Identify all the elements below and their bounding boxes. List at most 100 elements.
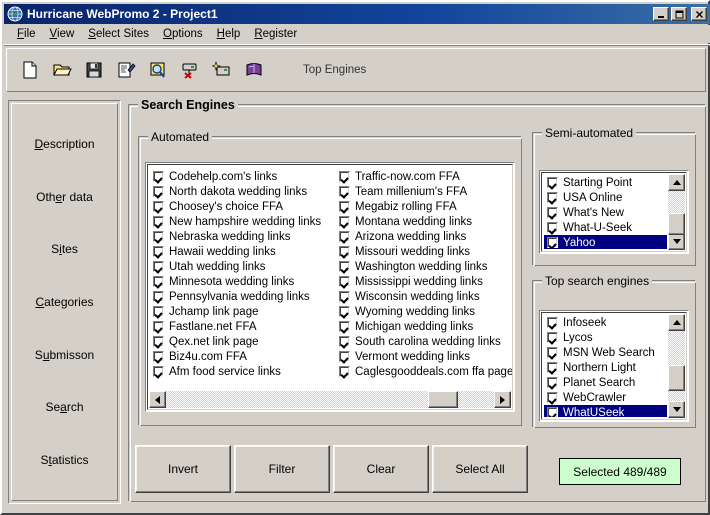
checkbox-icon[interactable] [547,177,558,188]
search-magnifier-icon[interactable] [145,57,171,83]
list-item[interactable]: Choosey's choice FFA [150,199,336,214]
sidebar-item-categories[interactable]: Categories [35,295,93,309]
semi-automated-vertical-scrollbar[interactable] [668,174,685,250]
semi-automated-listbox[interactable]: Starting Point USA Online What's New What-U… [539,170,689,254]
checkbox-icon[interactable] [153,336,164,347]
list-item[interactable]: Northern Light [544,360,667,375]
list-item[interactable]: USA Online [544,190,667,205]
checkbox-icon[interactable] [547,392,558,403]
list-item[interactable]: Pennsylvania wedding links [150,289,336,304]
checkbox-icon[interactable] [339,231,350,242]
checkbox-icon[interactable] [339,351,350,362]
list-item[interactable]: Wisconsin wedding links [336,289,512,304]
minimize-button[interactable] [653,7,669,21]
checkbox-icon[interactable] [153,261,164,272]
checkbox-icon[interactable] [153,201,164,212]
list-item[interactable]: Traffic-now.com FFA [336,169,512,184]
save-disk-icon[interactable] [81,57,107,83]
checkbox-icon[interactable] [153,351,164,362]
list-item[interactable]: What's New [544,205,667,220]
list-item[interactable]: Nebraska wedding links [150,229,336,244]
checkbox-icon[interactable] [339,306,350,317]
list-item[interactable]: Codehelp.com's links [150,169,336,184]
checkbox-icon[interactable] [547,192,558,203]
top-search-engines-vertical-scrollbar[interactable] [668,314,685,418]
select-all-button[interactable]: Select All [432,445,528,493]
list-item[interactable]: MSN Web Search [544,345,667,360]
checkbox-icon[interactable] [339,246,350,257]
list-item[interactable]: Yahoo [544,235,667,249]
list-item[interactable]: Minnesota wedding links [150,274,336,289]
menu-item-register[interactable]: Register [247,27,304,41]
list-item[interactable]: WebCrawler [544,390,667,405]
scroll-down-button[interactable] [668,401,685,418]
list-item[interactable]: Planet Search [544,375,667,390]
scroll-track-vertical[interactable] [668,191,685,235]
delete-server-icon[interactable] [177,57,203,83]
checkbox-icon[interactable] [153,216,164,227]
list-item[interactable]: Missouri wedding links [336,244,512,259]
checkbox-icon[interactable] [547,207,558,218]
sidebar-item-search[interactable]: Search [45,400,83,414]
list-item[interactable]: Michigan wedding links [336,319,512,334]
list-item[interactable]: WhatUSeek [544,405,667,417]
automated-horizontal-scrollbar[interactable] [149,391,511,408]
list-item[interactable]: Montana wedding links [336,214,512,229]
checkbox-icon[interactable] [153,306,164,317]
menu-item-file[interactable]: File [10,27,43,41]
checkbox-icon[interactable] [547,347,558,358]
list-item[interactable]: Lycos [544,330,667,345]
checkbox-icon[interactable] [339,291,350,302]
filter-button[interactable]: Filter [234,445,330,493]
list-item[interactable]: Biz4u.com FFA [150,349,336,364]
checkbox-icon[interactable] [339,366,350,377]
checkbox-icon[interactable] [153,246,164,257]
list-item[interactable]: Mississippi wedding links [336,274,512,289]
scroll-thumb-vertical[interactable] [668,365,685,391]
new-document-icon[interactable] [17,57,43,83]
list-item[interactable]: South carolina wedding links [336,334,512,349]
checkbox-icon[interactable] [339,276,350,287]
sidebar-item-submisson[interactable]: Submisson [35,348,94,362]
menu-item-help[interactable]: Help [210,27,248,41]
scroll-thumb-horizontal[interactable] [428,391,458,408]
automated-listbox[interactable]: Codehelp.com's links North dakota wedding… [145,162,515,412]
list-item[interactable]: Utah wedding links [150,259,336,274]
checkbox-icon[interactable] [339,171,350,182]
checkbox-icon[interactable] [339,261,350,272]
list-item[interactable]: Vermont wedding links [336,349,512,364]
open-folder-icon[interactable] [49,57,75,83]
scroll-track-horizontal[interactable] [166,391,494,408]
list-item[interactable]: Afm food service links [150,364,336,379]
list-item[interactable]: What-U-Seek [544,220,667,235]
scroll-up-button[interactable] [668,314,685,331]
scroll-thumb-vertical[interactable] [668,213,685,235]
checkbox-icon[interactable] [339,321,350,332]
list-item[interactable]: North dakota wedding links [150,184,336,199]
menu-item-select-sites[interactable]: Select Sites [81,27,156,41]
scroll-up-button[interactable] [668,174,685,191]
list-item[interactable]: Megabiz rolling FFA [336,199,512,214]
sidebar-item-other-data[interactable]: Other data [36,190,93,204]
checkbox-icon[interactable] [339,216,350,227]
list-item[interactable]: Starting Point [544,175,667,190]
menu-item-options[interactable]: Options [156,27,210,41]
checkbox-icon[interactable] [153,231,164,242]
list-item[interactable]: New hampshire wedding links [150,214,336,229]
list-item[interactable]: Team millenium's FFA [336,184,512,199]
checkbox-icon[interactable] [153,186,164,197]
checkbox-icon[interactable] [153,291,164,302]
sidebar-item-statistics[interactable]: Statistics [40,453,88,467]
menu-item-view[interactable]: View [43,27,82,41]
list-item[interactable]: Wyoming wedding links [336,304,512,319]
checkbox-icon[interactable] [153,366,164,377]
checkbox-icon[interactable] [153,171,164,182]
clear-button[interactable]: Clear [333,445,429,493]
list-item[interactable]: Qex.net link page [150,334,336,349]
invert-button[interactable]: Invert [135,445,231,493]
book-icon[interactable] [241,57,267,83]
list-item[interactable]: Arizona wedding links [336,229,512,244]
checkbox-icon[interactable] [547,332,558,343]
checkbox-icon[interactable] [547,362,558,373]
checkbox-icon[interactable] [339,186,350,197]
